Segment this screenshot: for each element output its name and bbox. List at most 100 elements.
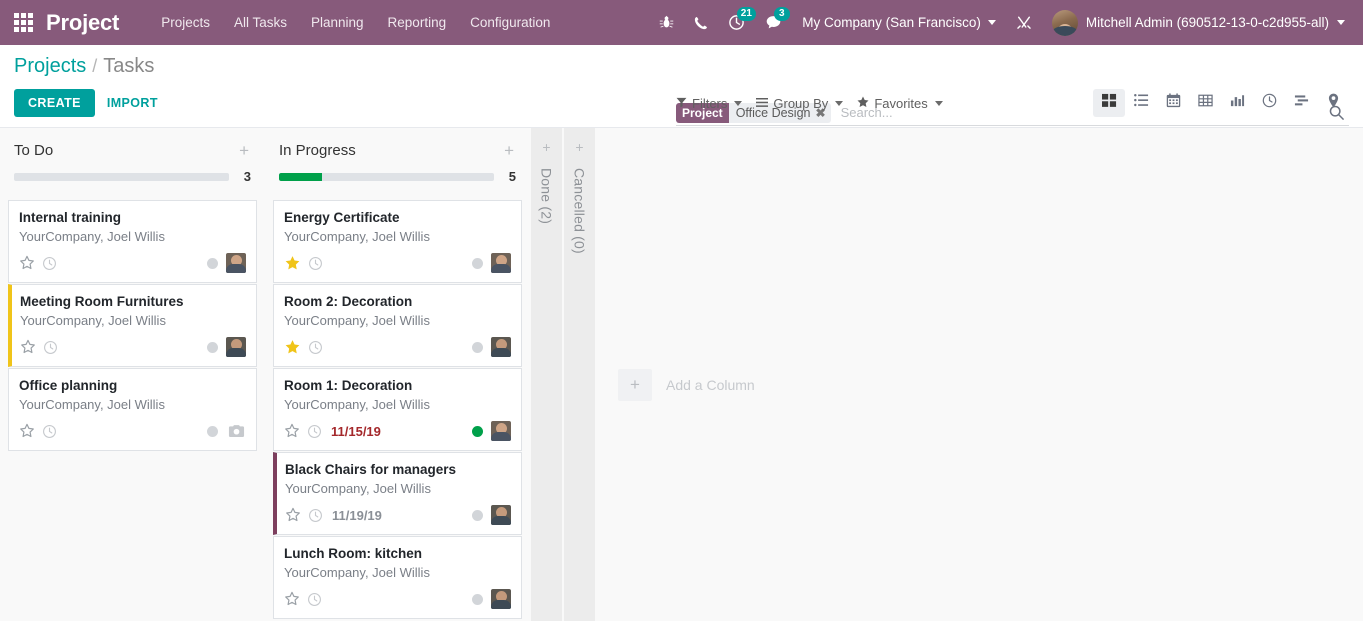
view-button-calendar[interactable] xyxy=(1157,89,1189,117)
table-row[interactable]: Office planning YourCompany, Joel Willis xyxy=(8,368,257,452)
company-selector[interactable]: My Company (San Francisco) xyxy=(792,15,1006,30)
kanban-column-done-folded[interactable]: + Done (2) xyxy=(530,128,563,621)
navbar-right-tools: 21 3 My Company (San Francisco) Mitchell… xyxy=(649,0,1353,45)
status-badge[interactable] xyxy=(207,425,218,437)
avatar-placeholder-icon[interactable] xyxy=(226,421,246,441)
avatar[interactable] xyxy=(491,589,511,610)
chevron-down-icon xyxy=(934,100,943,106)
view-button-gantt[interactable] xyxy=(1285,89,1317,117)
filters-dropdown[interactable]: Filters xyxy=(676,96,743,111)
breadcrumb-projects[interactable]: Projects xyxy=(14,55,86,78)
bug-icon[interactable] xyxy=(649,0,684,45)
table-row[interactable]: Room 2: Decoration YourCompany, Joel Wil… xyxy=(273,284,522,368)
status-badge[interactable] xyxy=(472,257,483,269)
user-menu[interactable]: Mitchell Admin (690512-13-0-c2d955-all) xyxy=(1042,9,1353,36)
plus-icon[interactable]: + xyxy=(575,140,583,154)
card-subtitle: YourCompany, Joel Willis xyxy=(19,228,165,244)
favorites-dropdown[interactable]: Favorites xyxy=(857,95,943,111)
card-title: Room 2: Decoration xyxy=(284,294,413,310)
star-icon[interactable] xyxy=(19,423,35,439)
view-button-pivot[interactable] xyxy=(1189,89,1221,117)
menu-item-projects[interactable]: Projects xyxy=(149,9,222,36)
create-button[interactable]: CREATE xyxy=(14,89,95,117)
card-title: Office planning xyxy=(19,378,118,394)
table-row[interactable]: Black Chairs for managers YourCompany, J… xyxy=(273,452,522,536)
add-column-label[interactable]: Add a Column xyxy=(666,377,755,393)
avatar[interactable] xyxy=(491,505,511,526)
view-button-list[interactable] xyxy=(1125,89,1157,117)
menu-item-all-tasks[interactable]: All Tasks xyxy=(222,9,299,36)
plus-icon[interactable]: + xyxy=(237,142,251,159)
clock-icon[interactable] xyxy=(308,340,323,355)
favorites-label: Favorites xyxy=(874,95,928,111)
card-subtitle: YourCompany, Joel Willis xyxy=(284,228,430,244)
star-icon[interactable] xyxy=(285,507,301,523)
apps-menu-button[interactable] xyxy=(0,0,46,45)
list-lines-icon xyxy=(756,96,769,111)
clock-icon[interactable] xyxy=(42,256,57,271)
avatar[interactable] xyxy=(491,337,511,358)
clock-icon[interactable] xyxy=(308,508,323,523)
star-icon[interactable] xyxy=(284,339,301,356)
kanban-column-cancelled-folded[interactable]: + Cancelled (0) xyxy=(563,128,596,621)
status-badge[interactable] xyxy=(472,593,483,605)
star-icon[interactable] xyxy=(19,255,35,271)
table-row[interactable]: Meeting Room Furnitures YourCompany, Joe… xyxy=(8,284,257,368)
apps-grid-icon xyxy=(13,13,33,32)
card-title: Lunch Room: kitchen xyxy=(284,546,422,562)
clock-icon[interactable] xyxy=(308,256,323,271)
table-row[interactable]: Energy Certificate YourCompany, Joel Wil… xyxy=(273,200,522,284)
status-badge[interactable] xyxy=(207,257,218,269)
clock-icon[interactable] xyxy=(307,592,322,607)
breadcrumb-tasks: Tasks xyxy=(103,55,155,77)
table-row[interactable]: Lunch Room: kitchen YourCompany, Joel Wi… xyxy=(273,536,522,620)
avatar[interactable] xyxy=(226,337,246,358)
add-column-area[interactable]: + Add a Column xyxy=(596,128,755,621)
table-row[interactable]: Internal training YourCompany, Joel Will… xyxy=(8,200,257,284)
star-icon[interactable] xyxy=(284,591,300,607)
clock-icon[interactable] xyxy=(307,424,322,439)
bar-chart-icon xyxy=(1230,93,1245,113)
activity-clock-icon[interactable]: 21 xyxy=(718,0,756,45)
breadcrumb-separator: / xyxy=(92,56,98,76)
card-title: Internal training xyxy=(19,210,122,225)
menu-item-configuration[interactable]: Configuration xyxy=(458,9,562,36)
view-switcher xyxy=(1093,89,1349,117)
avatar[interactable] xyxy=(226,253,246,274)
avatar[interactable] xyxy=(491,421,511,442)
status-badge[interactable] xyxy=(472,509,483,521)
view-button-kanban[interactable] xyxy=(1093,89,1125,117)
avatar[interactable] xyxy=(491,253,511,274)
status-badge[interactable] xyxy=(472,341,483,353)
star-icon[interactable] xyxy=(284,423,300,439)
messages-count-badge: 3 xyxy=(773,7,790,21)
phone-icon[interactable] xyxy=(684,0,718,45)
menu-item-planning[interactable]: Planning xyxy=(299,9,376,36)
group-by-dropdown[interactable]: Group By xyxy=(756,96,844,111)
kanban-column-to-do: To Do + 3 Internal training YourCompany,… xyxy=(0,128,265,621)
import-button[interactable]: IMPORT xyxy=(95,89,170,117)
status-badge[interactable] xyxy=(207,341,218,353)
app-brand-title[interactable]: Project xyxy=(46,10,119,36)
column-progress-bar[interactable] xyxy=(14,172,229,181)
messages-icon[interactable]: 3 xyxy=(755,0,792,45)
menu-item-reporting[interactable]: Reporting xyxy=(376,9,459,36)
star-icon[interactable] xyxy=(20,339,36,355)
column-cards: Internal training YourCompany, Joel Will… xyxy=(8,200,257,452)
view-button-activity[interactable] xyxy=(1253,89,1285,117)
clock-icon[interactable] xyxy=(42,424,57,439)
plus-icon[interactable]: + xyxy=(542,140,550,154)
card-subtitle: YourCompany, Joel Willis xyxy=(284,564,430,580)
column-progress-bar[interactable] xyxy=(279,172,494,181)
table-row[interactable]: Room 1: Decoration YourCompany, Joel Wil… xyxy=(273,368,522,452)
status-badge[interactable] xyxy=(472,425,483,437)
plus-icon[interactable]: + xyxy=(618,368,652,401)
card-subtitle: YourCompany, Joel Willis xyxy=(284,312,430,328)
wrench-tools-icon[interactable] xyxy=(1006,0,1042,45)
view-button-graph[interactable] xyxy=(1221,89,1253,117)
card-title: Room 1: Decoration xyxy=(284,378,413,394)
view-button-map[interactable] xyxy=(1317,89,1349,117)
clock-icon[interactable] xyxy=(43,340,58,355)
star-icon[interactable] xyxy=(284,255,301,272)
plus-icon[interactable]: + xyxy=(502,142,516,159)
